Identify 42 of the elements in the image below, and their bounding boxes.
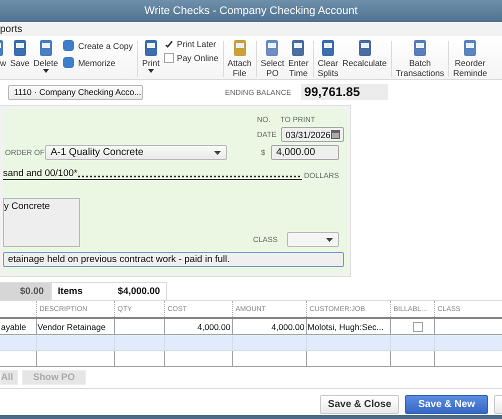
checkbox-option[interactable]: Pay Online [164, 53, 218, 63]
table-cell: Molotsi, Hugh:Sec... [308, 322, 384, 332]
window-title: Write Checks - Company Checking Account [0, 0, 502, 22]
toolbar-button[interactable]: Select PO [258, 39, 286, 78]
ending-balance: 99,761.85 [301, 84, 388, 100]
class-dropdown[interactable] [286, 232, 339, 247]
table-cell: 4,000.00 [271, 322, 304, 332]
table-cell: ayable [1, 322, 26, 332]
tab[interactable]: Items $4,000.00 [50, 282, 168, 300]
toolbar-button[interactable]: Enter Time [286, 39, 311, 78]
caret-icon [326, 238, 333, 242]
memo-field[interactable]: etainage held on previous contract work - paid in full. [3, 252, 344, 267]
table-cell: 4,000.00 [197, 322, 230, 332]
amount-field[interactable]: 4,000.00 [271, 145, 339, 160]
toolbar-button[interactable]: Recalculate [340, 39, 389, 68]
toolbar-button[interactable]: Save [8, 39, 32, 68]
amount-in-words: sand and 00/100* [3, 168, 78, 180]
table-row[interactable] [0, 334, 502, 350]
caret-icon [214, 150, 222, 154]
address-box[interactable]: y Concrete [3, 198, 80, 247]
checkbox[interactable] [413, 322, 423, 332]
table-row[interactable] [0, 350, 502, 366]
toolbar-button[interactable]: Clear Splits [316, 39, 340, 78]
toolbar-button[interactable]: Batch Transactions [394, 39, 446, 78]
footer-button[interactable]: Save & New [405, 395, 488, 414]
toolbar-button[interactable]: w [0, 39, 8, 68]
toolbar-button[interactable]: Memorize [62, 56, 133, 69]
toolbar-button[interactable]: Reorder Reminde [451, 39, 490, 78]
payee-dropdown[interactable]: A-1 Quality Concrete [44, 145, 228, 160]
date-field[interactable]: 03/31/2026 [281, 127, 344, 142]
menu-item[interactable]: ports [0, 24, 22, 34]
calendar-icon [330, 130, 340, 139]
tab[interactable]: $0.00 [0, 282, 51, 300]
toolbar-button[interactable]: Attach File [226, 39, 254, 78]
account-dropdown[interactable]: 1110 · Company Checking Acco... [8, 84, 143, 100]
checkbox[interactable] [164, 53, 174, 63]
table-cell: Vendor Retainage [38, 322, 106, 332]
toolbar-button[interactable]: Delete [32, 39, 60, 73]
toolbar-button[interactable]: Create a Copy [62, 39, 133, 52]
toolbar-button[interactable]: Print [140, 39, 162, 73]
checkbox-option[interactable]: Print Later [164, 39, 218, 49]
footer-button[interactable]: Save & Close [320, 395, 400, 414]
